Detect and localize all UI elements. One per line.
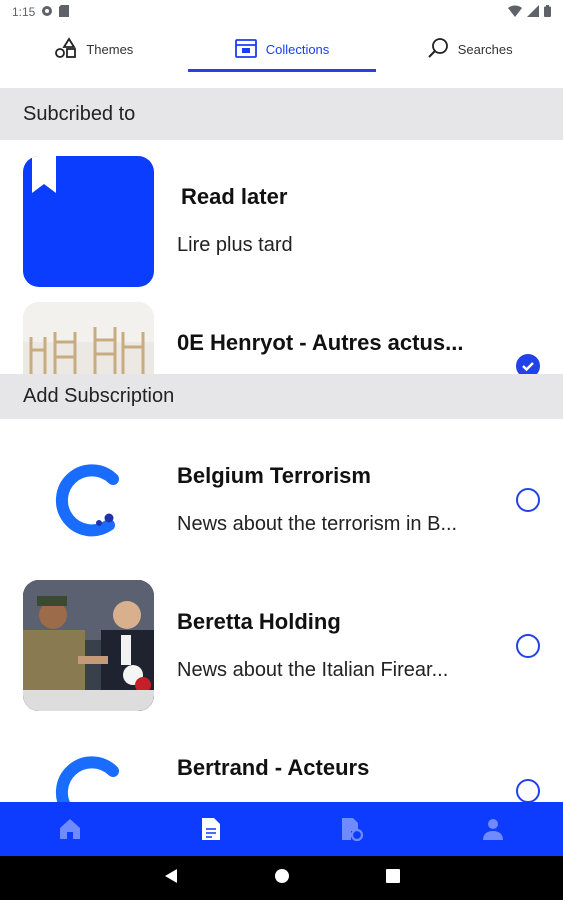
person-icon: [482, 819, 503, 840]
list-item[interactable]: Bertrand - Acteurs: [0, 711, 563, 802]
list-item[interactable]: 0E Henryot - Autres actus...: [0, 300, 563, 374]
nav-documents[interactable]: [141, 802, 282, 856]
search-icon: [426, 37, 450, 62]
item-title: 0E Henryot - Autres actus...: [177, 330, 464, 355]
status-right: [508, 4, 551, 20]
document-icon: [202, 818, 221, 840]
recents-icon[interactable]: [385, 868, 400, 888]
add-subscription-header: Add Subscription: [0, 374, 563, 419]
read-later-thumbnail: [23, 156, 154, 287]
signal-icon: [527, 4, 539, 20]
nav-profile[interactable]: [422, 802, 563, 856]
handshake-photo-thumbnail: [23, 580, 154, 711]
app-notification-icon: [41, 5, 53, 20]
home-icon: [60, 819, 81, 839]
selected-checkbox[interactable]: [516, 354, 540, 374]
item-description: News about the terrorism in B...: [177, 513, 458, 535]
logo-thumbnail: [23, 727, 154, 802]
nav-document-settings[interactable]: [282, 802, 423, 856]
c-logo-icon: [55, 756, 119, 802]
status-left: 1:15: [12, 4, 70, 20]
subscribe-radio[interactable]: [516, 634, 540, 658]
tab-searches-label: Searches: [457, 41, 513, 57]
subscribed-section-header: Subcribed to: [0, 88, 563, 140]
sd-card-icon: [59, 4, 70, 20]
nav-home[interactable]: [0, 802, 141, 856]
list-item[interactable]: Beretta Holding News about the Italian F…: [0, 565, 563, 711]
list-item[interactable]: Belgium Terrorism News about the terrori…: [0, 419, 563, 565]
item-description: News about the Italian Firear...: [177, 659, 449, 681]
tab-collections[interactable]: Collections: [187, 24, 376, 74]
check-icon: [522, 362, 534, 372]
tab-searches[interactable]: Searches: [375, 24, 563, 74]
bookmark-icon: [32, 156, 56, 193]
item-title: Beretta Holding: [177, 609, 341, 634]
wifi-icon: [508, 4, 522, 20]
battery-icon: [544, 4, 551, 20]
bottom-nav: [0, 802, 563, 856]
item-title: Belgium Terrorism: [177, 463, 371, 488]
tab-collections-label: Collections: [265, 41, 330, 57]
subscribe-radio[interactable]: [516, 488, 540, 512]
chairs-image: [23, 302, 154, 374]
status-time: 1:15: [12, 5, 36, 19]
logo-thumbnail: [23, 435, 154, 566]
top-tabs: Themes Collections Searches: [0, 24, 563, 74]
back-icon[interactable]: [164, 868, 178, 889]
subscribe-radio[interactable]: [516, 779, 540, 802]
item-description: Lire plus tard: [177, 234, 293, 256]
c-logo-icon: [55, 464, 119, 537]
tab-themes-label: Themes: [86, 41, 134, 57]
document-settings-icon: [341, 818, 363, 842]
system-nav-bar: [0, 856, 563, 900]
item-title: Bertrand - Acteurs: [177, 755, 370, 780]
item-title: Read later: [181, 184, 288, 209]
status-bar: 1:15: [0, 0, 563, 24]
list-item[interactable]: Read later Lire plus tard: [0, 140, 563, 300]
tab-themes[interactable]: Themes: [0, 24, 188, 74]
handshake-image: [23, 580, 154, 711]
chairs-photo-thumbnail: [23, 302, 154, 374]
collection-icon: [234, 37, 258, 62]
shapes-icon: [54, 36, 78, 62]
home-button-icon[interactable]: [274, 868, 290, 889]
